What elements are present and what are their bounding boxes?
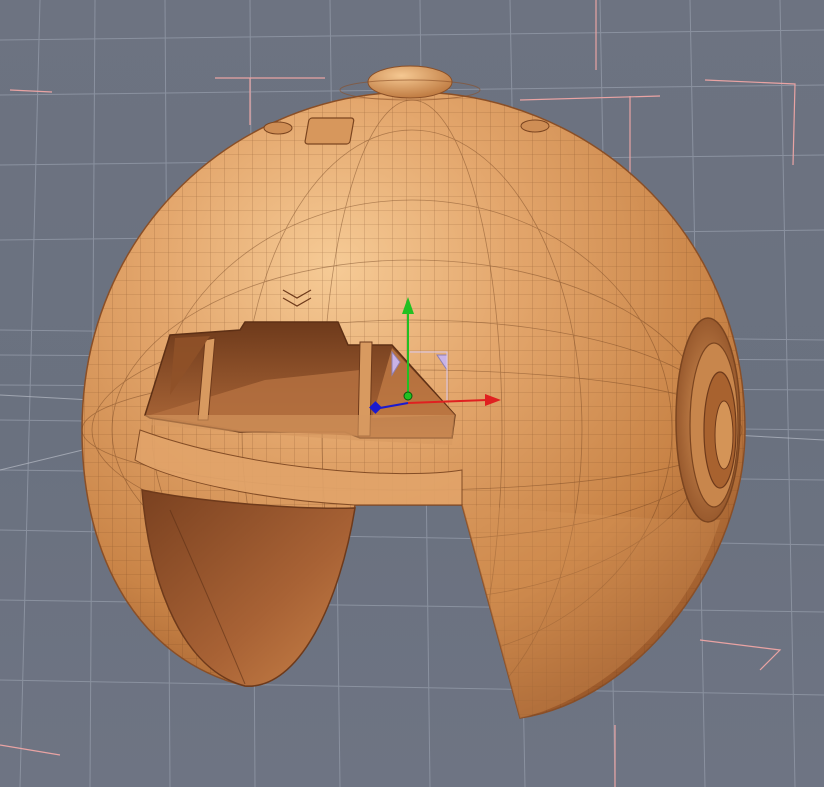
sphere-model[interactable] [0,0,824,787]
gizmo-center-handle[interactable] [403,391,413,401]
top-dome[interactable] [367,65,453,99]
top-hatch[interactable] [304,117,355,145]
viewport-canvas[interactable] [0,0,824,787]
3d-viewport[interactable] [0,0,824,787]
side-porthole[interactable] [675,317,741,523]
